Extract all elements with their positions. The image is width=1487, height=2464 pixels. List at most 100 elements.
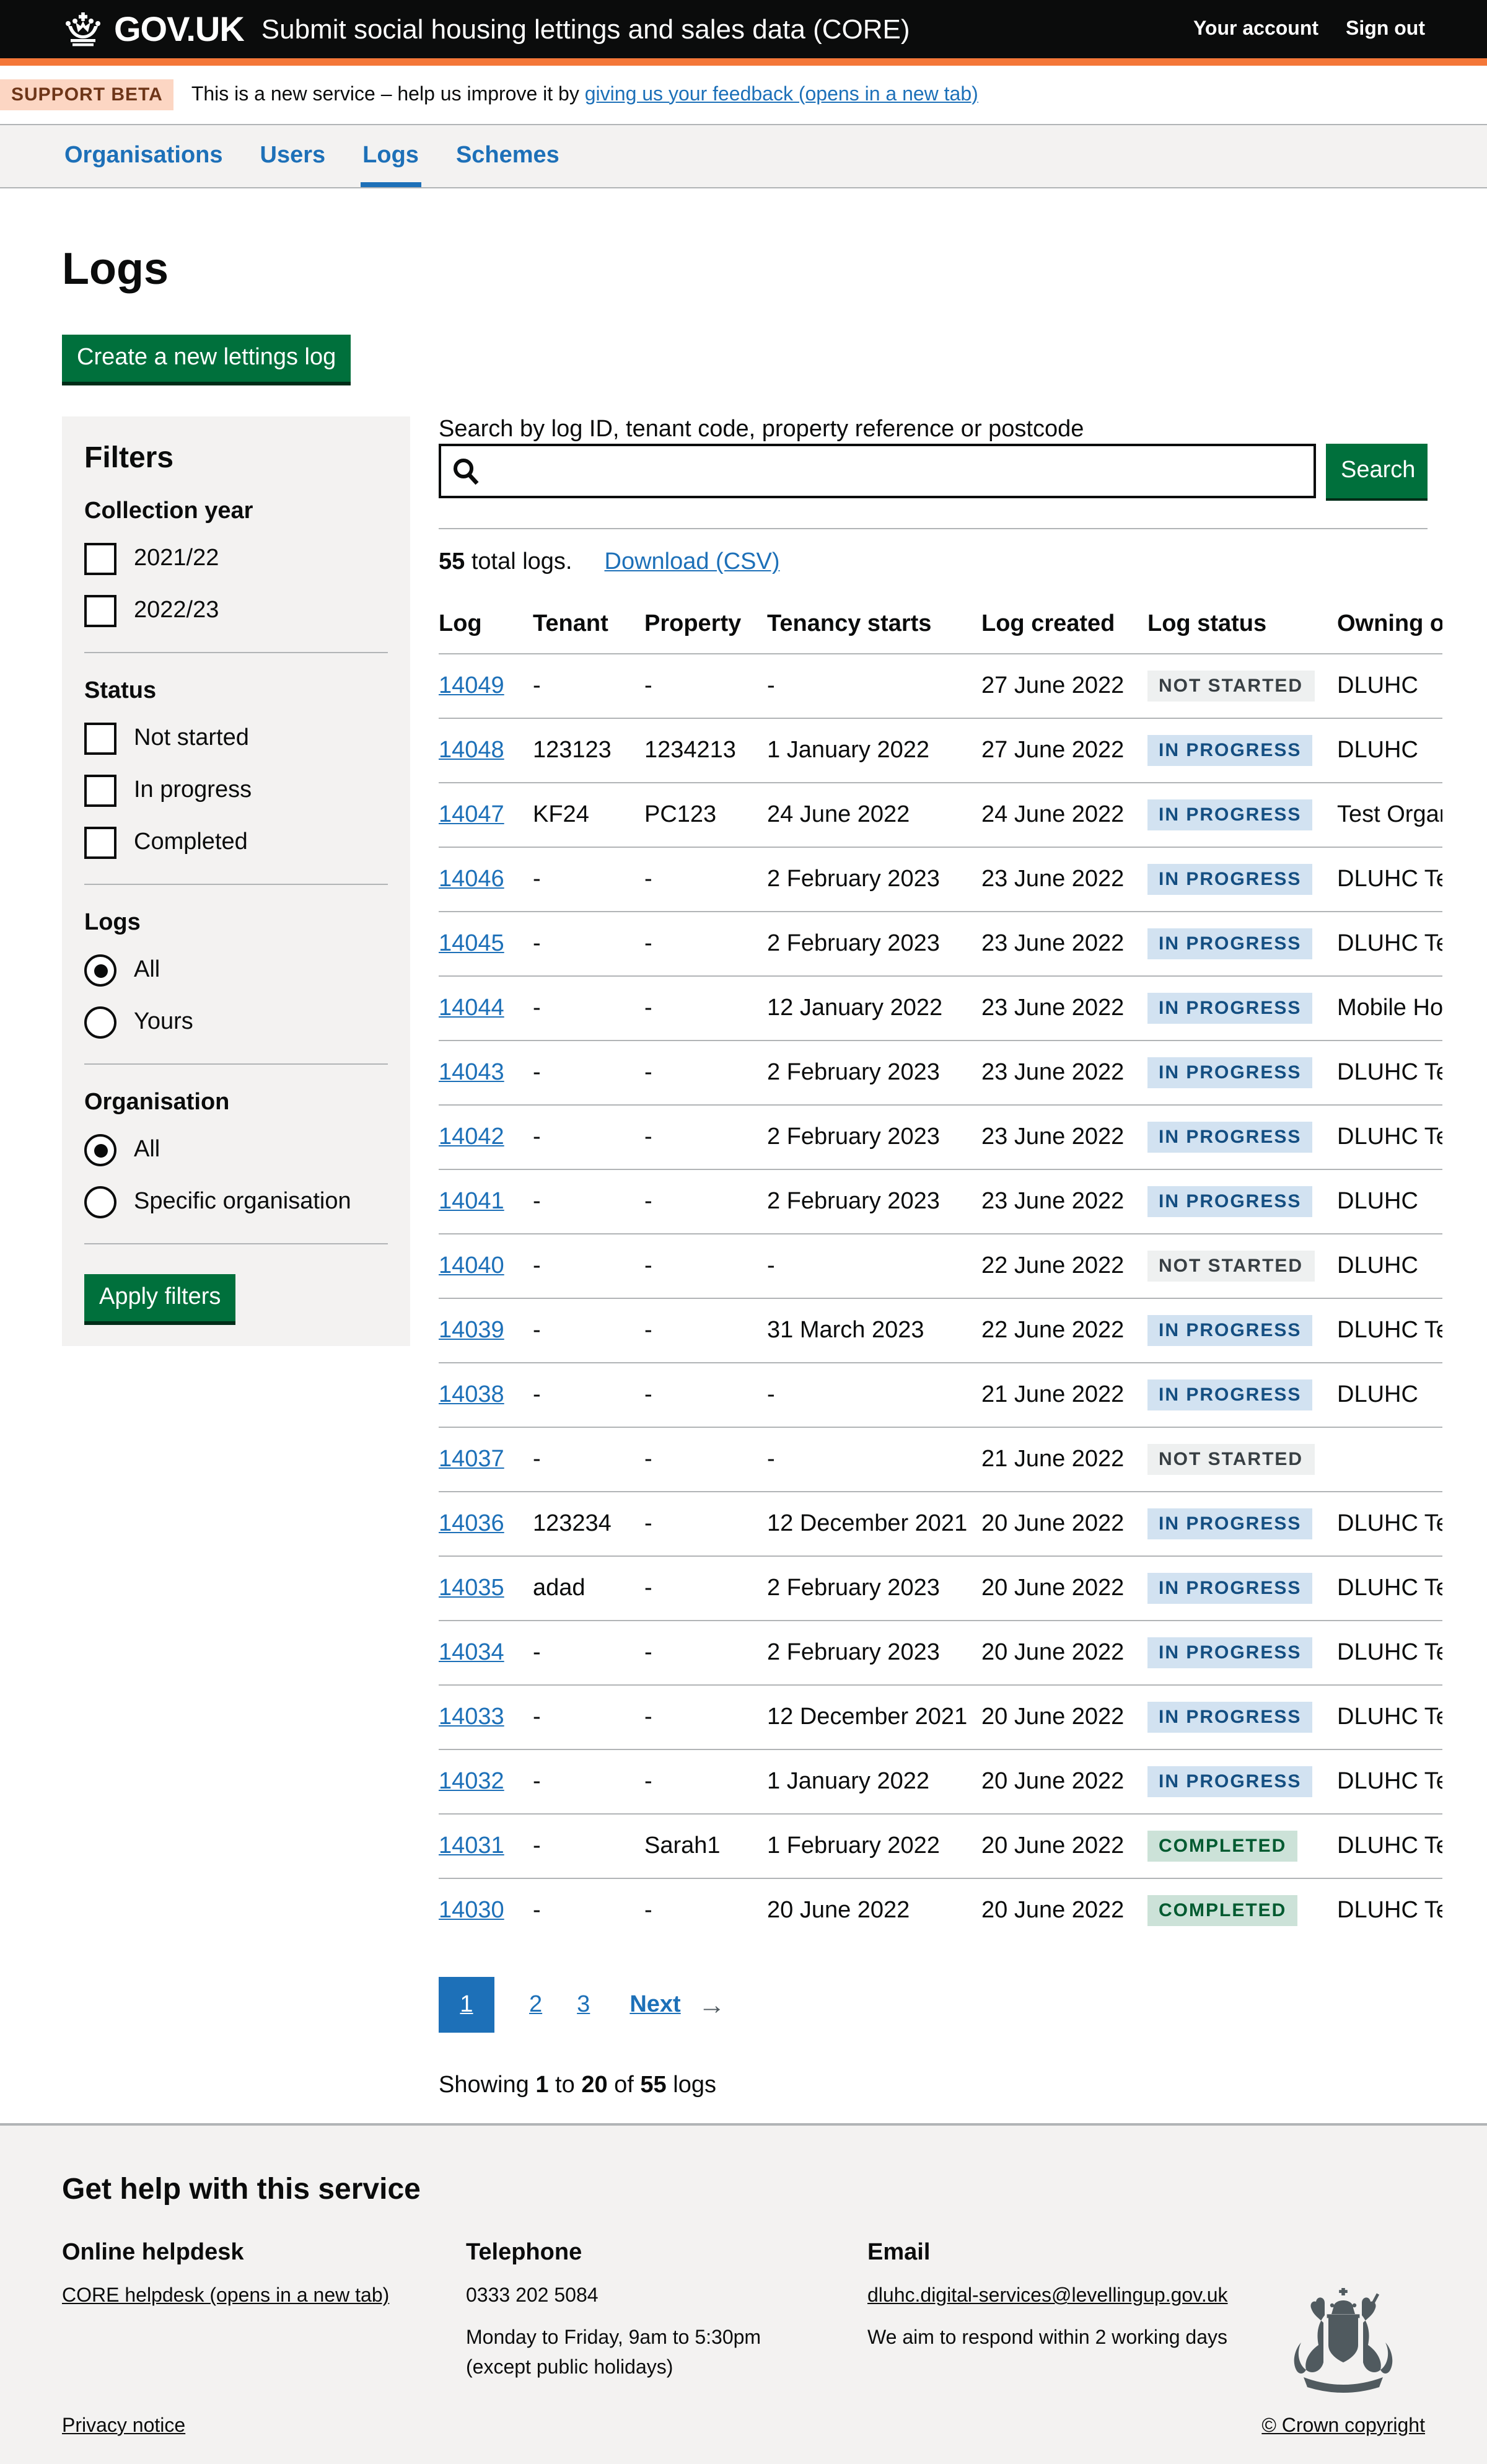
govuk-logo[interactable]: GOV.UK — [62, 9, 244, 49]
cell-tenant: - — [533, 654, 644, 718]
radio-button[interactable] — [84, 1134, 116, 1166]
log-id-link[interactable]: 14034 — [439, 1639, 504, 1665]
pagination-page-2[interactable]: 2 — [529, 1991, 542, 2017]
cell-tenant: adad — [533, 1556, 644, 1621]
cell-property: - — [644, 1041, 767, 1105]
cell-log-created: 23 June 2022 — [981, 847, 1147, 912]
option-label: Not started — [134, 725, 249, 752]
log-id-link[interactable]: 14047 — [439, 801, 504, 827]
checkbox-option-completed: Completed — [84, 827, 388, 859]
log-id-link[interactable]: 14037 — [439, 1446, 504, 1472]
footer-helpdesk-column: Online helpdesk CORE helpdesk (opens in … — [62, 2240, 466, 2383]
cell-tenant: - — [533, 1427, 644, 1492]
option-label: 2021/22 — [134, 545, 219, 573]
logs-table: LogTenantPropertyTenancy startsLog creat… — [439, 601, 1442, 1942]
email-heading: Email — [867, 2240, 1425, 2267]
log-id-link[interactable]: 14033 — [439, 1704, 504, 1730]
radio-button[interactable] — [84, 1006, 116, 1039]
log-id-link[interactable]: 14030 — [439, 1897, 504, 1923]
checkbox[interactable] — [84, 775, 116, 807]
table-row: 14035adad-2 February 202320 June 2022IN … — [439, 1556, 1442, 1621]
log-id-link[interactable]: 14039 — [439, 1317, 504, 1343]
log-id-link[interactable]: 14046 — [439, 866, 504, 892]
radio-button[interactable] — [84, 1186, 116, 1218]
cell-owning-org — [1337, 1427, 1442, 1492]
cell-tenant: - — [533, 1363, 644, 1427]
checkbox-option-in-progress: In progress — [84, 775, 388, 807]
checkbox[interactable] — [84, 595, 116, 627]
log-id-link[interactable]: 14031 — [439, 1833, 504, 1859]
nav-item-schemes[interactable]: Schemes — [454, 125, 562, 187]
cell-tenant: 123123 — [533, 718, 644, 783]
search-input[interactable] — [439, 444, 1316, 498]
apply-filters-button[interactable]: Apply filters — [84, 1274, 235, 1321]
email-link[interactable]: dluhc.digital-services@levellingup.gov.u… — [867, 2286, 1228, 2307]
cell-property: - — [644, 976, 767, 1041]
cell-owning-org: DLUHC Tes — [1337, 912, 1442, 976]
pagination-page-3[interactable]: 3 — [577, 1991, 590, 2017]
log-id-link[interactable]: 14041 — [439, 1188, 504, 1214]
sign-out-link[interactable]: Sign out — [1346, 18, 1425, 40]
crown-icon — [62, 12, 104, 46]
radio-button[interactable] — [84, 954, 116, 987]
pagination-current-page[interactable]: 1 — [439, 1977, 494, 2033]
log-id-link[interactable]: 14043 — [439, 1059, 504, 1085]
cell-log-status: IN PROGRESS — [1147, 718, 1337, 783]
filter-group-logs: LogsAllYours — [84, 910, 388, 1039]
checkbox[interactable] — [84, 827, 116, 859]
radio-option-all: All — [84, 954, 388, 987]
log-id-link[interactable]: 14044 — [439, 995, 504, 1021]
cell-tenancy-starts: 2 February 2023 — [767, 1621, 981, 1685]
your-account-link[interactable]: Your account — [1193, 18, 1318, 40]
status-badge: IN PROGRESS — [1147, 735, 1312, 766]
nav-item-logs[interactable]: Logs — [360, 125, 421, 187]
cell-log-status: IN PROGRESS — [1147, 1169, 1337, 1234]
cell-tenancy-starts: 1 February 2022 — [767, 1814, 981, 1878]
crown-copyright-link[interactable]: © Crown copyright — [1261, 2416, 1425, 2438]
log-id-link[interactable]: 14035 — [439, 1575, 504, 1601]
cell-log-created: 20 June 2022 — [981, 1814, 1147, 1878]
cell-owning-org: DLUHC Tes — [1337, 1749, 1442, 1814]
privacy-notice-link[interactable]: Privacy notice — [62, 2416, 185, 2438]
checkbox[interactable] — [84, 543, 116, 575]
cell-tenancy-starts: 12 December 2021 — [767, 1492, 981, 1556]
cell-log-created: 21 June 2022 — [981, 1363, 1147, 1427]
status-badge: IN PROGRESS — [1147, 1766, 1312, 1797]
cell-tenant: - — [533, 976, 644, 1041]
core-helpdesk-link[interactable]: CORE helpdesk (opens in a new tab) — [62, 2286, 389, 2307]
cell-log-created: 20 June 2022 — [981, 1685, 1147, 1749]
cell-log: 14049 — [439, 654, 533, 718]
log-id-link[interactable]: 14036 — [439, 1510, 504, 1536]
nav-item-users[interactable]: Users — [258, 125, 328, 187]
cell-property: - — [644, 1685, 767, 1749]
log-id-link[interactable]: 14032 — [439, 1768, 504, 1794]
status-badge: NOT STARTED — [1147, 671, 1314, 702]
checkbox[interactable] — [84, 723, 116, 755]
phase-banner-text: This is a new service – help us improve … — [191, 84, 978, 106]
cell-tenant: - — [533, 1234, 644, 1298]
govuk-header: GOV.UK Submit social housing lettings an… — [0, 0, 1487, 66]
cell-log-status: IN PROGRESS — [1147, 1041, 1337, 1105]
arrow-right-icon: → — [698, 1989, 726, 2021]
create-lettings-log-button[interactable]: Create a new lettings log — [62, 335, 351, 382]
service-name[interactable]: Submit social housing lettings and sales… — [261, 13, 910, 45]
log-id-link[interactable]: 14040 — [439, 1252, 504, 1278]
pagination-next-link[interactable]: Next — [629, 1991, 680, 2018]
option-label: Specific organisation — [134, 1189, 351, 1216]
column-header-property: Property — [644, 601, 767, 654]
cell-owning-org: DLUHC Tes — [1337, 1685, 1442, 1749]
cell-log: 14046 — [439, 847, 533, 912]
download-csv-link[interactable]: Download (CSV) — [605, 549, 780, 576]
search-button[interactable]: Search — [1326, 444, 1428, 498]
feedback-link[interactable]: giving us your feedback (opens in a new … — [585, 84, 978, 105]
log-id-link[interactable]: 14038 — [439, 1381, 504, 1407]
log-id-link[interactable]: 14049 — [439, 672, 504, 698]
page-title: Logs — [62, 243, 1425, 295]
log-id-link[interactable]: 14048 — [439, 737, 504, 763]
nav-item-organisations[interactable]: Organisations — [62, 125, 226, 187]
cell-property: - — [644, 1169, 767, 1234]
log-id-link[interactable]: 14045 — [439, 930, 504, 956]
cell-owning-org: DLUHC Tes — [1337, 1105, 1442, 1169]
cell-property: - — [644, 847, 767, 912]
log-id-link[interactable]: 14042 — [439, 1124, 504, 1150]
